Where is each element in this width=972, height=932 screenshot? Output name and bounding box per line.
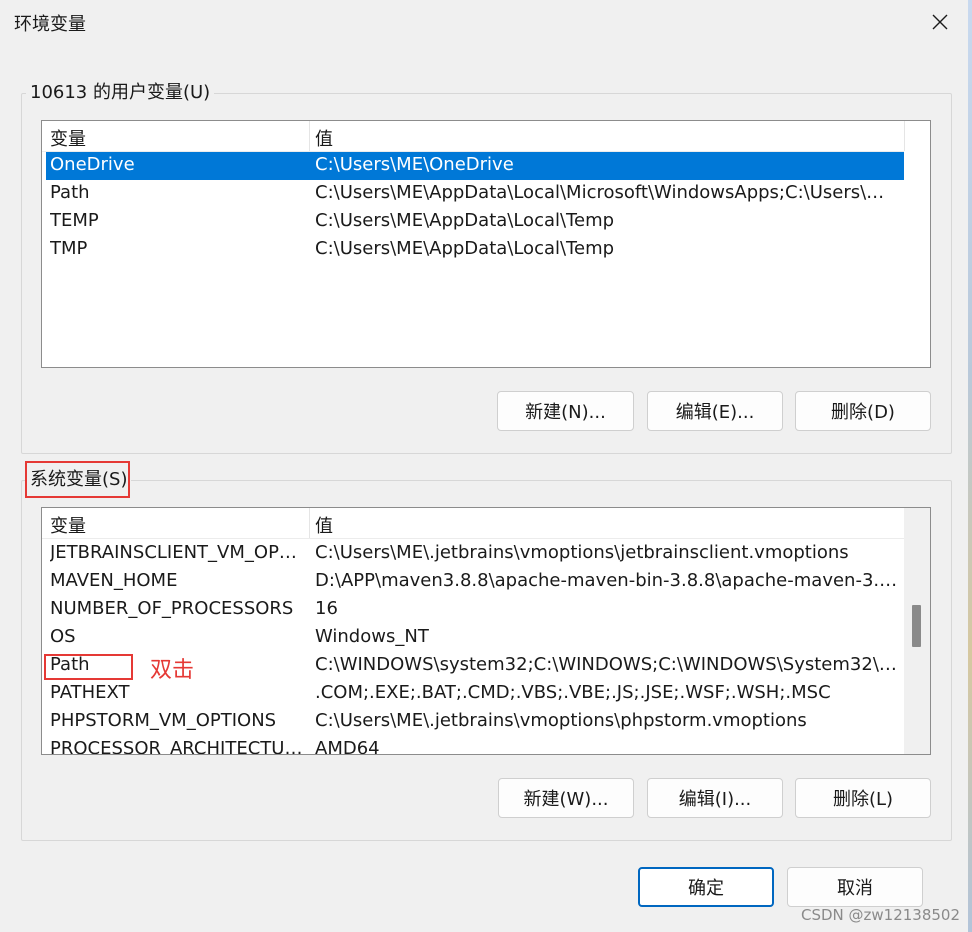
variable-value: C:\Users\ME\AppData\Local\Microsoft\Wind… (315, 182, 899, 203)
variable-value: 16 (315, 598, 338, 619)
table-row[interactable]: TMP C:\Users\ME\AppData\Local\Temp (46, 236, 904, 264)
column-header-value[interactable]: 值 (315, 512, 333, 538)
variable-value: C:\Users\ME\.jetbrains\vmoptions\phpstor… (315, 710, 807, 731)
variable-value: C:\Users\ME\AppData\Local\Temp (315, 238, 615, 259)
cancel-button[interactable]: 取消 (787, 867, 923, 907)
variable-name: TEMP (50, 210, 99, 231)
watermark: CSDN @zw12138502 (800, 906, 960, 924)
variable-value: C:\Users\ME\OneDrive (315, 154, 514, 175)
close-button[interactable] (918, 4, 962, 40)
table-row[interactable]: PHPSTORM_VM_OPTIONS C:\Users\ME\.jetbrai… (46, 708, 904, 736)
table-row[interactable]: OS Windows_NT (46, 624, 904, 652)
legend-highlight-box (25, 461, 130, 498)
scrollbar-thumb[interactable] (912, 605, 921, 647)
variable-value: D:\APP\maven3.8.8\apache-maven-bin-3.8.8… (315, 570, 899, 591)
title-bar: 环境变量 (0, 0, 972, 44)
table-row[interactable]: PROCESSOR_ARCHITECTURE AMD64 (46, 736, 904, 755)
variable-name: NUMBER_OF_PROCESSORS (50, 598, 294, 619)
system-delete-button[interactable]: 删除(L) (795, 778, 931, 818)
table-row[interactable]: OneDrive C:\Users\ME\OneDrive (46, 152, 904, 180)
table-row[interactable]: PATHEXT .COM;.EXE;.BAT;.CMD;.VBS;.VBE;.J… (46, 680, 904, 708)
table-row[interactable]: NUMBER_OF_PROCESSORS 16 (46, 596, 904, 624)
user-edit-button[interactable]: 编辑(E)... (647, 391, 783, 431)
table-row[interactable]: JETBRAINSCLIENT_VM_OPTI... C:\Users\ME\.… (46, 540, 904, 568)
variable-name: OS (50, 626, 76, 647)
column-divider (904, 121, 905, 151)
variable-name: OneDrive (50, 154, 135, 175)
variable-value: C:\Users\ME\.jetbrains\vmoptions\jetbrai… (315, 542, 849, 563)
window-title: 环境变量 (14, 14, 86, 35)
user-variables-list[interactable]: 变量 值 OneDrive C:\Users\ME\OneDrive Path … (41, 120, 931, 368)
variable-value: Windows_NT (315, 626, 429, 647)
variable-name: PATHEXT (50, 682, 130, 703)
table-row[interactable]: Path C:\Users\ME\AppData\Local\Microsoft… (46, 180, 904, 208)
column-header-value[interactable]: 值 (315, 125, 333, 151)
system-edit-button[interactable]: 编辑(I)... (647, 778, 783, 818)
column-divider[interactable] (309, 508, 310, 538)
table-row[interactable]: MAVEN_HOME D:\APP\maven3.8.8\apache-mave… (46, 568, 904, 596)
list-header: 变量 值 (42, 121, 905, 152)
column-header-name[interactable]: 变量 (50, 512, 86, 538)
column-divider[interactable] (309, 121, 310, 151)
variable-name: PROCESSOR_ARCHITECTURE (50, 738, 306, 755)
environment-variables-dialog: 环境变量 10613 的用户变量(U) 变量 值 OneDrive C:\Use… (0, 0, 972, 932)
ok-button[interactable]: 确定 (638, 867, 774, 907)
system-new-button[interactable]: 新建(W)... (498, 778, 634, 818)
variable-name: PHPSTORM_VM_OPTIONS (50, 710, 277, 731)
variable-value: AMD64 (315, 738, 380, 755)
variable-name: Path (50, 182, 90, 203)
variable-name: MAVEN_HOME (50, 570, 178, 591)
variable-value: C:\Users\ME\AppData\Local\Temp (315, 210, 615, 231)
background-edge (968, 0, 972, 932)
vertical-scrollbar[interactable] (904, 508, 930, 754)
close-icon (932, 14, 948, 30)
system-variables-list[interactable]: 变量 值 JETBRAINSCLIENT_VM_OPTI... C:\Users… (41, 507, 931, 755)
annotation-label: 双击 (150, 658, 195, 683)
user-variables-legend: 10613 的用户变量(U) (26, 81, 215, 105)
user-delete-button[interactable]: 删除(D) (795, 391, 931, 431)
column-header-name[interactable]: 变量 (50, 125, 86, 151)
variable-value: C:\WINDOWS\system32;C:\WINDOWS;C:\WINDOW… (315, 654, 899, 675)
variable-value: .COM;.EXE;.BAT;.CMD;.VBS;.VBE;.JS;.JSE;.… (315, 682, 831, 703)
annotation-highlight-box (44, 654, 133, 680)
table-row[interactable]: TEMP C:\Users\ME\AppData\Local\Temp (46, 208, 904, 236)
variable-name: TMP (50, 238, 88, 259)
variable-name: JETBRAINSCLIENT_VM_OPTI... (50, 542, 306, 563)
list-header: 变量 值 (42, 508, 905, 539)
user-new-button[interactable]: 新建(N)... (497, 391, 634, 431)
